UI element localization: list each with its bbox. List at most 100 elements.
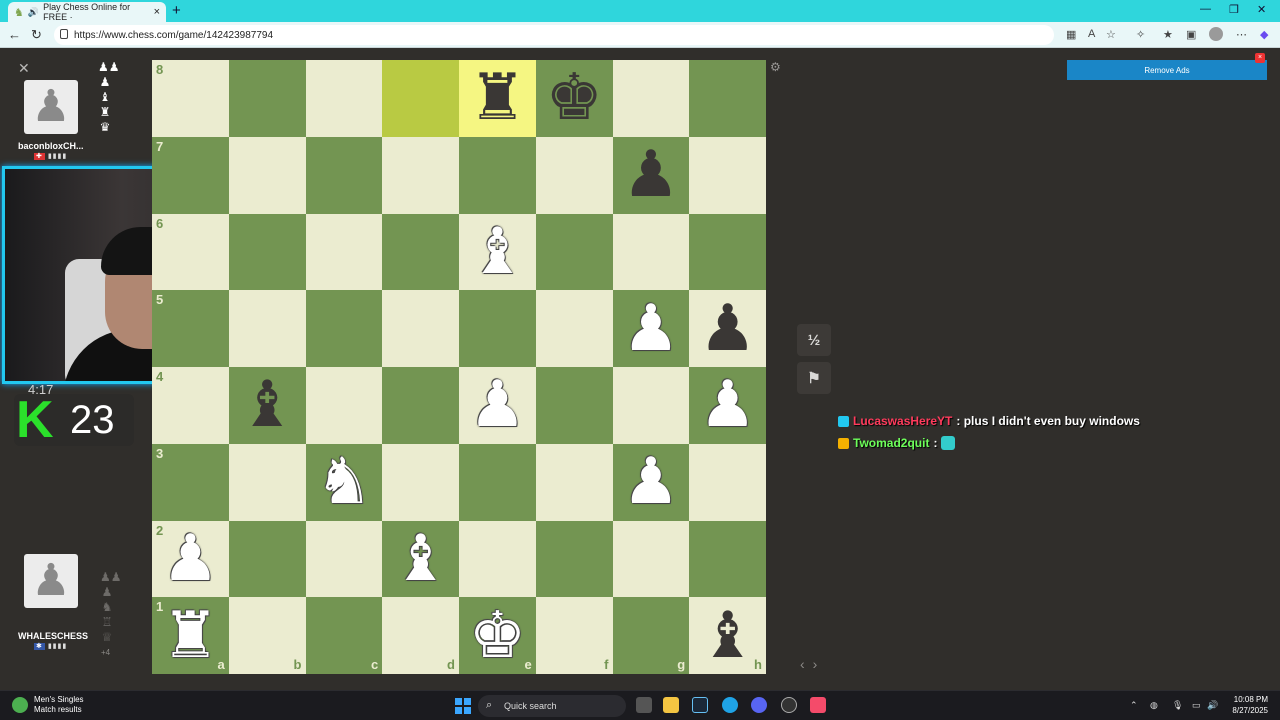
refresh-icon[interactable]: ↻	[31, 27, 42, 43]
extensions-icon[interactable]: ✧	[1136, 28, 1145, 41]
bottom-player-avatar[interactable]: ♟	[24, 554, 78, 608]
square-d7[interactable]	[382, 136, 459, 214]
profile-avatar[interactable]	[1209, 27, 1223, 41]
collections-icon[interactable]: ▣	[1186, 28, 1196, 41]
remove-ads-button[interactable]: Remove Ads	[1067, 60, 1267, 80]
square-d8[interactable]	[382, 60, 459, 137]
taskbar-clock[interactable]: 10:08 PM 8/27/2025	[1220, 694, 1268, 716]
network-icon[interactable]: ▭	[1192, 700, 1201, 711]
square-h1[interactable]: h ♝	[689, 597, 766, 674]
close-window-button[interactable]: ✕	[1257, 3, 1266, 16]
square-e4[interactable]: ♟	[459, 367, 536, 444]
news-widget[interactable]: Men's Singles Match results	[12, 695, 84, 715]
square-d3[interactable]	[382, 443, 459, 521]
square-a6[interactable]: 6	[152, 213, 229, 291]
square-h4[interactable]: ♟	[689, 367, 766, 444]
square-d2[interactable]: ♝	[382, 520, 459, 598]
windows-start-icon[interactable]	[455, 698, 471, 714]
board-settings-icon[interactable]: ⚙	[770, 60, 781, 74]
square-h2[interactable]	[689, 520, 766, 598]
square-c3[interactable]: ♞	[305, 443, 383, 521]
black-king-icon[interactable]: ♚	[545, 66, 602, 130]
offer-draw-button[interactable]: ½	[797, 324, 831, 356]
square-g4[interactable]	[612, 367, 690, 444]
square-a3[interactable]: 3	[152, 443, 229, 521]
music-icon[interactable]	[810, 697, 826, 713]
square-b3[interactable]	[228, 443, 306, 521]
square-b6[interactable]	[228, 213, 306, 291]
square-g2[interactable]	[612, 520, 690, 598]
close-tab-icon[interactable]: ×	[154, 6, 160, 18]
square-c2[interactable]	[305, 520, 383, 598]
black-bishop-icon[interactable]: ♝	[699, 604, 756, 668]
square-h7[interactable]	[689, 136, 766, 214]
square-g8[interactable]	[612, 60, 690, 137]
white-pawn-icon[interactable]: ♟	[622, 297, 679, 361]
tray-chevron-icon[interactable]: ⌃	[1130, 700, 1138, 711]
black-pawn-icon[interactable]: ♟	[622, 143, 679, 207]
tray-app-icon[interactable]: ◍	[1150, 700, 1158, 711]
task-view-icon[interactable]	[636, 697, 652, 713]
white-bishop-icon[interactable]: ♝	[469, 220, 526, 284]
url-field[interactable]: https://www.chess.com/game/142423987794	[54, 25, 1054, 45]
steam-icon[interactable]	[692, 697, 708, 713]
previous-move-icon[interactable]: ‹	[800, 656, 813, 672]
square-a5[interactable]: 5	[152, 290, 229, 367]
maximize-button[interactable]: ❐	[1229, 3, 1239, 16]
square-c8[interactable]	[305, 60, 383, 137]
square-c7[interactable]	[305, 136, 383, 214]
read-aloud-icon[interactable]: A	[1088, 28, 1095, 40]
black-bishop-icon[interactable]: ♝	[238, 373, 295, 437]
bottom-player-name[interactable]: WHALESCHESS	[18, 631, 88, 641]
square-c1[interactable]: c	[305, 597, 383, 674]
white-pawn-icon[interactable]: ♟	[699, 373, 756, 437]
square-f6[interactable]	[535, 213, 613, 291]
white-pawn-icon[interactable]: ♟	[622, 450, 679, 514]
obs-icon[interactable]	[781, 697, 797, 713]
square-e6[interactable]: ♝	[459, 213, 536, 291]
square-e2[interactable]	[459, 520, 536, 598]
square-e8[interactable]: ♜	[459, 60, 536, 137]
black-pawn-icon[interactable]: ♟	[699, 297, 756, 361]
square-d4[interactable]	[382, 367, 459, 444]
square-h3[interactable]	[689, 443, 766, 521]
taskbar-search[interactable]: ⌕ Quick search	[478, 695, 626, 717]
square-b4[interactable]: ♝	[228, 367, 306, 444]
square-f3[interactable]	[535, 443, 613, 521]
white-rook-icon[interactable]: ♜	[162, 604, 219, 668]
square-g1[interactable]: g	[612, 597, 690, 674]
file-explorer-icon[interactable]	[663, 697, 679, 713]
square-a8[interactable]: 8	[152, 60, 229, 137]
resign-flag-button[interactable]: ⚑	[797, 362, 831, 394]
square-b7[interactable]	[228, 136, 306, 214]
square-e3[interactable]	[459, 443, 536, 521]
favorites-icon[interactable]: ★	[1163, 28, 1173, 41]
square-c4[interactable]	[305, 367, 383, 444]
square-a2[interactable]: 2 ♟	[152, 520, 229, 598]
black-rook-icon[interactable]: ♜	[469, 66, 526, 130]
square-c6[interactable]	[305, 213, 383, 291]
white-knight-icon[interactable]: ♞	[315, 450, 372, 514]
reader-icon[interactable]: ▦	[1066, 28, 1076, 41]
square-h5[interactable]: ♟	[689, 290, 766, 367]
square-c5[interactable]	[305, 290, 383, 367]
white-pawn-icon[interactable]: ♟	[469, 373, 526, 437]
discord-icon[interactable]	[751, 697, 767, 713]
white-bishop-icon[interactable]: ♝	[392, 527, 449, 591]
copilot-icon[interactable]: ◆	[1260, 28, 1268, 41]
white-pawn-icon[interactable]: ♟	[162, 527, 219, 591]
white-king-icon[interactable]: ♚	[469, 604, 526, 668]
square-g7[interactable]: ♟	[612, 136, 690, 214]
square-a7[interactable]: 7	[152, 136, 229, 214]
square-h8[interactable]	[689, 60, 766, 137]
microphone-icon[interactable]: 🎙	[1172, 700, 1183, 711]
edge-icon[interactable]	[722, 697, 738, 713]
chess-board[interactable]: 8 ♜ ♚ 7 ♟ 6 ♝ 5 ♟ ♟ 4 ♝ ♟ ♟ 3 ♞ ♟ 2 ♟ ♝ 1 a ♜ b c d e ♚ f g h ♝	[152, 60, 766, 674]
square-d5[interactable]	[382, 290, 459, 367]
next-move-icon[interactable]: ›	[813, 656, 826, 672]
square-f4[interactable]	[535, 367, 613, 444]
square-g6[interactable]	[612, 213, 690, 291]
new-tab-button[interactable]: +	[172, 2, 181, 19]
top-player-name[interactable]: baconbloxCH...	[18, 141, 84, 151]
speaker-icon[interactable]: 🔊	[28, 7, 39, 18]
